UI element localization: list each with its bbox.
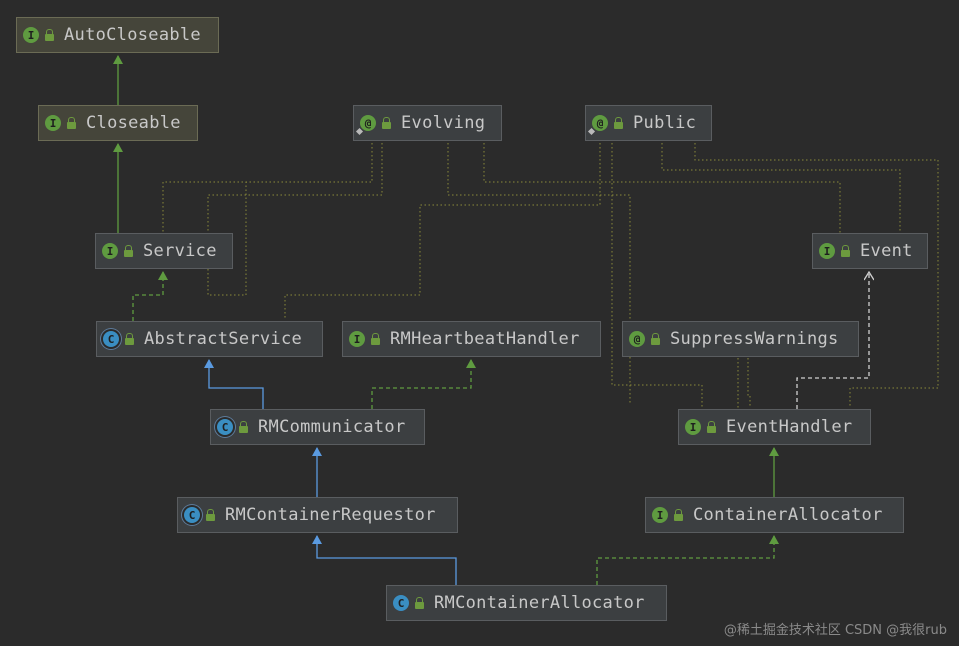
lock-icon [45,28,54,41]
node-rmheartbeathandler[interactable]: I RMHeartbeatHandler [342,321,601,357]
node-label: Public [633,113,697,133]
interface-icon: I [685,419,701,435]
annotation-icon: @ [360,115,376,131]
node-label: SuppressWarnings [670,329,839,349]
annotation-icon: @ [629,331,645,347]
node-autocloseable[interactable]: I AutoCloseable [16,17,219,53]
lock-icon [651,332,660,345]
node-label: AbstractService [144,329,303,349]
lock-icon [125,332,134,345]
lock-icon [67,116,76,129]
lock-icon [415,596,424,609]
class-extends-links [204,359,457,585]
annotation-links [162,143,939,408]
interface-icon: I [102,243,118,259]
node-suppresswarnings[interactable]: @ SuppressWarnings [622,321,859,357]
abstract-class-icon: C [217,419,233,435]
node-service[interactable]: I Service [95,233,233,269]
interface-icon: I [652,507,668,523]
node-label: AutoCloseable [64,25,201,45]
interface-icon: I [819,243,835,259]
lock-icon [614,116,623,129]
interface-icon: I [45,115,61,131]
lock-icon [239,420,248,433]
lock-icon [206,508,215,521]
node-rmcommunicator[interactable]: C RMCommunicator [210,409,425,445]
node-containerallocator[interactable]: I ContainerAllocator [645,497,904,533]
node-label: ContainerAllocator [693,505,883,525]
lock-icon [124,244,133,257]
node-label: RMHeartbeatHandler [390,329,580,349]
node-closeable[interactable]: I Closeable [38,105,198,141]
node-label: EventHandler [726,417,853,437]
node-eventhandler[interactable]: I EventHandler [678,409,871,445]
node-event[interactable]: I Event [812,233,928,269]
abstract-class-icon: C [184,507,200,523]
lock-icon [707,420,716,433]
node-label: RMCommunicator [258,417,406,437]
node-evolving[interactable]: @ Evolving [353,105,502,141]
watermark: @稀土掘金技术社区 CSDN @我很rub [723,623,947,638]
node-label: Event [860,241,913,261]
node-rmcontainerrequestor[interactable]: C RMContainerRequestor [177,497,458,533]
class-icon: C [393,595,409,611]
annotation-icon: @ [592,115,608,131]
node-label: RMContainerRequestor [225,505,436,525]
lock-icon [371,332,380,345]
node-label: RMContainerAllocator [434,593,645,613]
interface-icon: I [349,331,365,347]
node-rmcontainerallocator[interactable]: C RMContainerAllocator [386,585,667,621]
lock-icon [382,116,391,129]
node-public[interactable]: @ Public [585,105,712,141]
interface-icon: I [23,27,39,43]
node-label: Closeable [86,113,181,133]
node-label: Service [143,241,217,261]
node-label: Evolving [401,113,486,133]
lock-icon [841,244,850,257]
lock-icon [674,508,683,521]
abstract-class-icon: C [103,331,119,347]
node-abstractservice[interactable]: C AbstractService [96,321,323,357]
